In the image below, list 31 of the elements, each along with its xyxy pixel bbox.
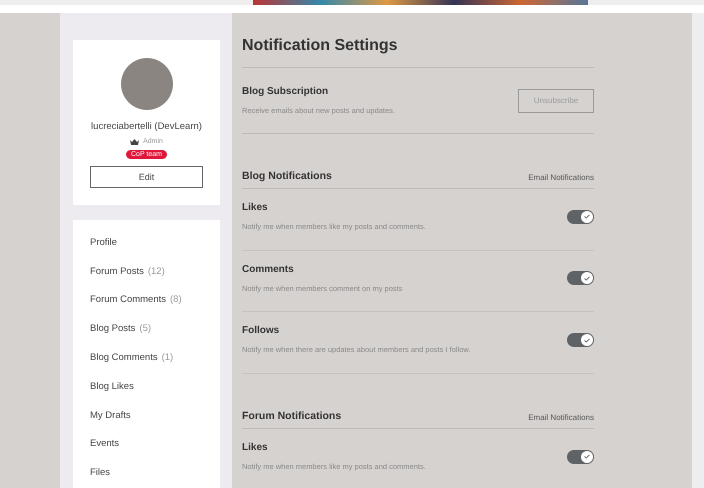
setting-title: Likes bbox=[242, 442, 269, 453]
username: lucreciabertelli (DevLearn) bbox=[91, 121, 202, 132]
setting-title: Follows bbox=[242, 325, 280, 336]
crown-icon bbox=[130, 138, 140, 144]
column-label: Email Notifications bbox=[528, 172, 594, 182]
page-title: Notification Settings bbox=[242, 37, 594, 68]
toggle-switch[interactable] bbox=[567, 333, 594, 348]
edit-button[interactable]: Edit bbox=[90, 166, 203, 188]
nav-link[interactable]: Files bbox=[90, 458, 203, 488]
nav-link[interactable]: My Drafts bbox=[90, 400, 203, 430]
nav-link[interactable]: Events bbox=[90, 430, 203, 458]
nav-link[interactable]: Blog Likes bbox=[90, 372, 203, 401]
check-icon bbox=[584, 214, 590, 220]
nav-link[interactable]: Forum Comments (8) bbox=[90, 286, 203, 314]
section-heading: Blog Notifications bbox=[242, 170, 332, 182]
toggle-switch[interactable] bbox=[567, 210, 594, 224]
toggle-switch[interactable] bbox=[567, 450, 594, 464]
nav-link[interactable]: Profile bbox=[90, 228, 203, 257]
column-label: Email Notifications bbox=[528, 413, 594, 422]
nav-link[interactable]: Forum Posts (12) bbox=[90, 256, 203, 286]
toggle-switch[interactable] bbox=[567, 271, 594, 286]
nav-link[interactable]: Blog Comments (1) bbox=[90, 343, 203, 372]
check-icon bbox=[584, 454, 590, 460]
avatar-photo bbox=[120, 58, 172, 110]
section-heading: Forum Notifications bbox=[242, 410, 342, 422]
setting-title: Comments bbox=[242, 264, 295, 274]
setting-title: Blog Subscription bbox=[242, 86, 330, 97]
nav-link[interactable]: Blog Posts (5) bbox=[90, 314, 203, 344]
check-icon bbox=[584, 338, 590, 343]
setting-title: Likes bbox=[242, 202, 269, 213]
check-icon bbox=[584, 276, 590, 281]
